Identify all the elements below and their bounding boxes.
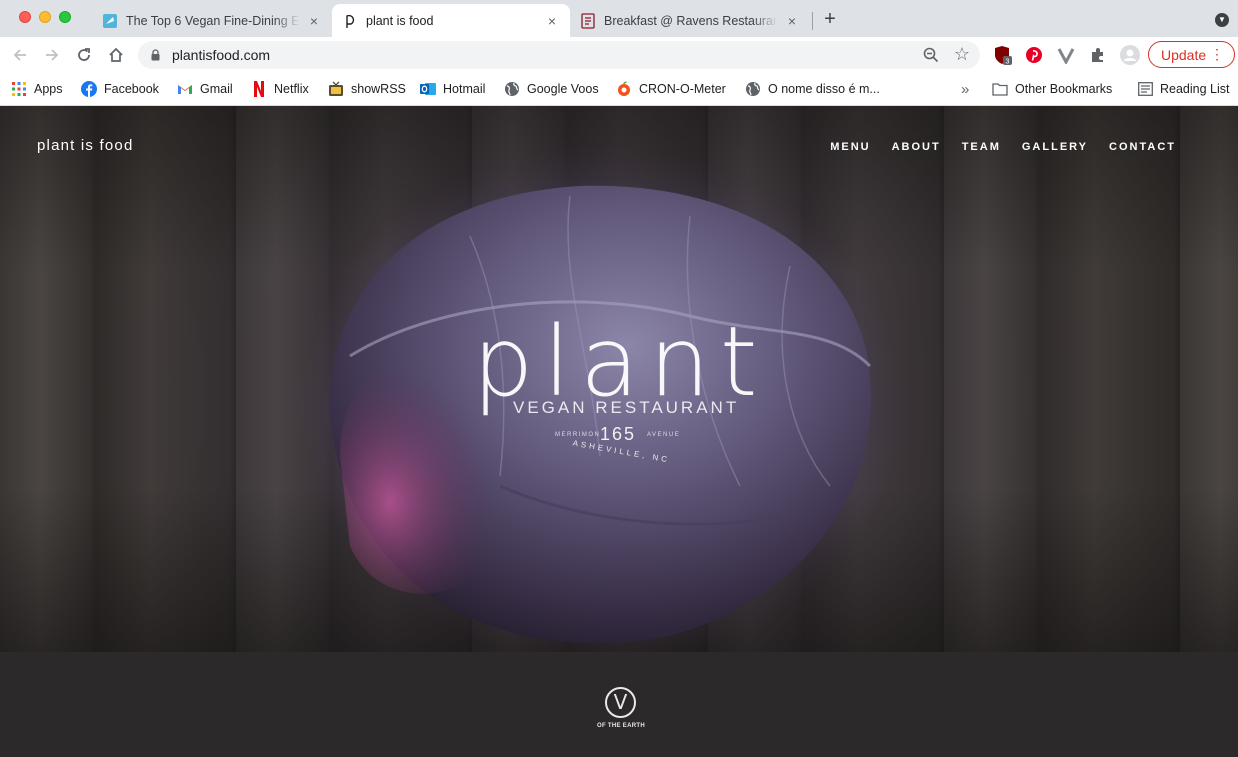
logo-subtitle: VEGAN RESTAURANT: [513, 398, 740, 417]
back-icon[interactable]: [9, 44, 31, 66]
bookmarks-overflow-button[interactable]: »: [961, 79, 969, 99]
bookmark-label: Google Voos: [527, 82, 599, 96]
extension-badge: 3: [1006, 59, 1010, 66]
site-navigation: MENU ABOUT TEAM GALLERY CONTACT: [809, 141, 1176, 153]
url-text[interactable]: plantisfood.com: [172, 47, 270, 63]
cronometer-icon: [616, 81, 632, 97]
update-button[interactable]: Update ⋮: [1148, 41, 1235, 68]
facebook-icon: [81, 81, 97, 97]
close-tab-icon[interactable]: ×: [306, 13, 322, 29]
folder-icon: [992, 81, 1008, 97]
reload-icon[interactable]: [73, 44, 95, 66]
plant-restaurant-logo: plant VEGAN RESTAURANT MERRIMON 165 AVEN…: [455, 314, 785, 464]
logo-street-number: 165: [600, 424, 637, 444]
bookmark-hotmail[interactable]: Hotmail: [420, 79, 485, 99]
browser-toolbar: plantisfood.com ☆ 3 Update ⋮: [0, 37, 1238, 73]
bookmark-label: Facebook: [104, 82, 159, 96]
ravens-logo-icon: [580, 12, 596, 29]
bookmark-label: showRSS: [351, 82, 406, 96]
nav-gallery[interactable]: GALLERY: [1022, 141, 1088, 153]
bookmark-other-bookmarks[interactable]: Other Bookmarks: [992, 79, 1112, 99]
tab-title: Breakfast @ Ravens Restaurant: [604, 13, 778, 28]
address-bar[interactable]: plantisfood.com ☆: [138, 41, 980, 69]
zoom-icon[interactable]: [922, 46, 940, 64]
rss-icon: [328, 81, 344, 97]
outlook-icon: [420, 81, 436, 97]
bookmark-label: Other Bookmarks: [1015, 82, 1113, 96]
minimize-window-button[interactable]: [39, 11, 51, 23]
zoom-window-button[interactable]: [59, 11, 71, 23]
reading-list-button[interactable]: Reading List: [1137, 79, 1230, 99]
new-tab-button[interactable]: +: [820, 9, 840, 29]
nav-menu[interactable]: MENU: [830, 141, 870, 153]
forward-icon[interactable]: [41, 44, 63, 66]
bookmark-showrss[interactable]: showRSS: [328, 79, 406, 99]
bookmark-apps[interactable]: Apps: [11, 79, 63, 99]
extensions-puzzle-icon[interactable]: [1088, 45, 1108, 65]
footer-band: V OF THE EARTH: [0, 652, 1238, 757]
travel-site-icon: [102, 13, 118, 29]
site-brand-link[interactable]: plant is food: [37, 137, 134, 154]
bookmark-star-icon[interactable]: ☆: [954, 44, 970, 64]
bookmark-cron-o-meter[interactable]: CRON-O-Meter: [616, 79, 726, 99]
globe-icon: [745, 81, 761, 97]
pinterest-extension-icon[interactable]: [1024, 45, 1044, 65]
nav-about[interactable]: ABOUT: [892, 141, 941, 153]
bookmark-netflix[interactable]: Netflix: [251, 79, 309, 99]
tab-separator: [812, 12, 813, 30]
bookmark-label: CRON-O-Meter: [639, 82, 726, 96]
ublock-extension-icon[interactable]: 3: [992, 45, 1012, 65]
bookmark-label: Netflix: [274, 82, 309, 96]
bookmarks-bar: Apps Facebook Gmail Netflix showRSS Hotm…: [0, 73, 1238, 106]
tab-plant-is-food[interactable]: plant is food ×: [332, 4, 570, 37]
lock-icon[interactable]: [151, 49, 160, 61]
hero-banner: plant is food MENU ABOUT TEAM GALLERY CO…: [0, 106, 1238, 652]
logo-wordmark: plant: [472, 306, 768, 418]
logo-street-right: AVENUE: [647, 432, 681, 438]
bookmark-label: Gmail: [200, 82, 233, 96]
tab-title: plant is food: [366, 13, 434, 28]
logo-street-left: MERRIMON: [555, 432, 601, 438]
close-tab-icon[interactable]: ×: [784, 13, 800, 29]
bookmark-facebook[interactable]: Facebook: [81, 79, 159, 99]
nav-team[interactable]: TEAM: [962, 141, 1001, 153]
tab-strip: The Top 6 Vegan Fine-Dining E × plant is…: [0, 0, 1238, 37]
bookmark-gmail[interactable]: Gmail: [177, 79, 233, 99]
reading-list-icon: [1137, 81, 1153, 97]
apps-grid-icon: [11, 81, 27, 97]
home-icon[interactable]: [105, 44, 127, 66]
of-the-earth-caption: OF THE EARTH: [597, 723, 645, 729]
web-page: plant is food MENU ABOUT TEAM GALLERY CO…: [0, 106, 1238, 757]
p-logo-icon: [342, 13, 358, 29]
tab-search-icon[interactable]: ▼: [1215, 13, 1229, 27]
netflix-icon: [251, 81, 267, 97]
profile-avatar[interactable]: [1120, 45, 1140, 65]
tab-title: The Top 6 Vegan Fine-Dining E: [126, 13, 300, 28]
bookmark-label: O nome disso é m...: [768, 82, 880, 96]
bookmark-o-nome-disso[interactable]: O nome disso é m...: [745, 79, 880, 99]
bookmark-label: Apps: [34, 82, 63, 96]
globe-icon: [504, 81, 520, 97]
bookmark-label: Hotmail: [443, 82, 486, 96]
nav-contact[interactable]: CONTACT: [1109, 141, 1176, 153]
bookmark-label: Reading List: [1160, 82, 1230, 96]
tab-ravens-restaurant[interactable]: Breakfast @ Ravens Restaurant ×: [570, 4, 810, 37]
vivaldi-extension-icon[interactable]: [1056, 45, 1076, 65]
tab-vegan-fine-dining[interactable]: The Top 6 Vegan Fine-Dining E ×: [92, 4, 332, 37]
close-window-button[interactable]: [19, 11, 31, 23]
of-the-earth-logo: V: [605, 687, 636, 718]
gmail-icon: [177, 81, 193, 97]
update-label: Update: [1161, 46, 1207, 63]
more-menu-icon[interactable]: ⋮: [1210, 47, 1224, 61]
bookmark-google-voos[interactable]: Google Voos: [504, 79, 599, 99]
close-tab-icon[interactable]: ×: [544, 13, 560, 29]
